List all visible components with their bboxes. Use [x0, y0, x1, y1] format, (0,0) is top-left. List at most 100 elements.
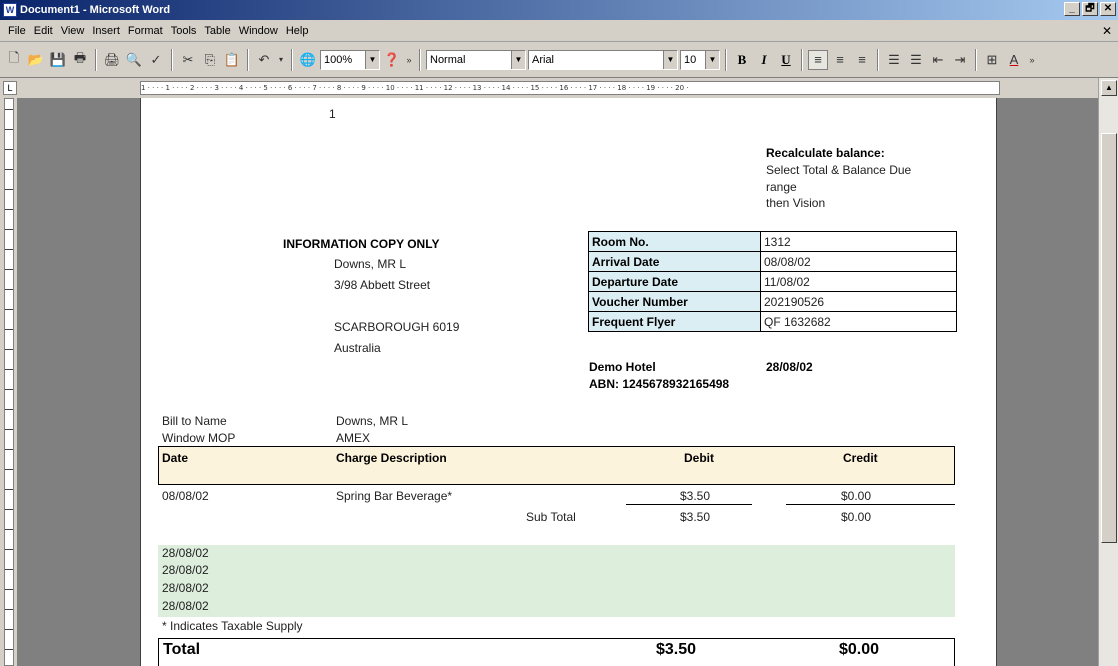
paste-icon[interactable]: 📋 — [222, 50, 242, 70]
highlighted-dates-block — [158, 545, 955, 617]
decrease-indent-icon[interactable]: ⇤ — [928, 50, 948, 70]
table-label: Room No. — [588, 231, 761, 252]
toolbar-options-icon[interactable]: » — [1026, 50, 1038, 70]
credit-underline — [786, 504, 955, 505]
chevron-down-icon[interactable]: ▼ — [663, 50, 677, 69]
charge-credit: $0.00 — [841, 489, 872, 503]
more-buttons-icon[interactable]: » — [404, 50, 414, 70]
style-combo[interactable]: Normal ▼ — [426, 49, 526, 70]
numbering-icon[interactable]: ☰ — [884, 50, 904, 70]
font-combo[interactable]: Arial ▼ — [528, 49, 678, 70]
charge-debit: $3.50 — [680, 489, 711, 503]
scroll-thumb[interactable] — [1101, 133, 1117, 543]
menu-tools[interactable]: Tools — [167, 25, 201, 37]
table-value: 202190526 — [760, 291, 957, 312]
print-icon[interactable]: 🖨 — [102, 50, 122, 70]
undo-icon[interactable]: ↶ — [254, 50, 274, 70]
menu-help[interactable]: Help — [282, 25, 313, 37]
font-value: Arial — [532, 53, 555, 66]
spelling-icon[interactable]: ✓ — [146, 50, 166, 70]
font-color-icon[interactable]: A — [1004, 50, 1024, 70]
highlighted-date: 28/08/02 — [162, 581, 209, 595]
header-debit: Debit — [684, 451, 714, 465]
font-size-combo[interactable]: 10 ▼ — [680, 49, 720, 70]
menu-insert[interactable]: Insert — [88, 25, 124, 37]
chevron-down-icon[interactable]: ▼ — [365, 50, 379, 69]
toolbar-separator — [247, 48, 249, 71]
subtotal-debit: $3.50 — [680, 510, 711, 524]
mop-label: Window MOP — [162, 431, 236, 445]
copy-heading: INFORMATION COPY ONLY — [283, 237, 440, 251]
bullets-icon[interactable]: ☰ — [906, 50, 926, 70]
note-title: Recalculate balance: — [766, 146, 885, 160]
total-debit: $3.50 — [656, 641, 697, 658]
menu-window[interactable]: Window — [235, 25, 282, 37]
open-folder-icon[interactable]: 📂 — [26, 50, 46, 70]
save-icon[interactable]: 💾 — [48, 50, 68, 70]
table-label: Arrival Date — [588, 251, 761, 272]
chevron-down-icon[interactable]: ▼ — [705, 50, 719, 69]
align-right-icon[interactable]: ≡ — [852, 50, 872, 70]
zoom-combo[interactable]: 100% ▼ — [320, 49, 380, 70]
note-line2: range — [766, 180, 797, 194]
toolbar-separator — [877, 48, 879, 71]
menu-table[interactable]: Table — [200, 25, 234, 37]
bill-to-value: Downs, MR L — [336, 414, 409, 428]
hotel-name: Demo Hotel — [589, 360, 656, 374]
underline-button[interactable]: U — [776, 50, 796, 70]
menu-view[interactable]: View — [57, 25, 89, 37]
table-row: Arrival Date 08/08/02 — [588, 251, 957, 272]
header-date: Date — [162, 451, 189, 465]
help-icon[interactable]: ❓ — [382, 50, 402, 70]
borders-icon[interactable]: ⊞ — [982, 50, 1002, 70]
toolbar-separator — [291, 48, 293, 71]
guest-street: 3/98 Abbett Street — [334, 278, 431, 292]
minimize-button[interactable]: _ — [1064, 2, 1080, 16]
align-left-icon[interactable]: ≡ — [808, 49, 828, 70]
italic-button[interactable]: I — [754, 50, 774, 70]
horizontal-ruler[interactable]: L 1 · · · · 1 · · · · 2 · · · · 3 · · · … — [0, 78, 1118, 98]
menu-format[interactable]: Format — [124, 25, 167, 37]
cut-icon[interactable]: ✂ — [178, 50, 198, 70]
total-row — [158, 638, 955, 666]
highlighted-date: 28/08/02 — [162, 563, 209, 577]
tab-selector-icon[interactable]: L — [3, 81, 17, 95]
word-app-icon[interactable]: W — [3, 3, 17, 17]
vertical-scrollbar[interactable]: ▲ — [1098, 78, 1118, 666]
ruler-scale: 1 · · · · 1 · · · · 2 · · · · 3 · · · · … — [140, 81, 1000, 95]
new-document-icon[interactable]: 🗋 — [4, 50, 24, 70]
room-details-table: Room No. 1312 Arrival Date 08/08/02 Depart… — [588, 231, 957, 332]
charge-date: 08/08/02 — [162, 489, 209, 503]
total-credit: $0.00 — [839, 641, 880, 658]
style-value: Normal — [430, 53, 466, 66]
research-icon[interactable]: 🌐 — [298, 50, 318, 70]
toolbar-separator — [171, 48, 173, 71]
font-size-value: 10 — [684, 53, 697, 66]
increase-indent-icon[interactable]: ⇥ — [950, 50, 970, 70]
bold-button[interactable]: B — [732, 50, 752, 70]
subtotal-credit: $0.00 — [841, 510, 872, 524]
align-center-icon[interactable]: ≡ — [830, 50, 850, 70]
undo-dropdown-icon[interactable]: ▾ — [276, 50, 286, 70]
toolbar-separator — [95, 48, 97, 71]
table-label: Frequent Flyer — [588, 311, 761, 332]
permission-icon[interactable]: 🖶 — [70, 50, 90, 70]
document-close-icon[interactable]: ✕ — [1102, 24, 1112, 38]
total-label: Total — [163, 641, 201, 658]
vertical-ruler[interactable] — [0, 98, 18, 666]
highlighted-date: 28/08/02 — [162, 546, 209, 560]
menu-file[interactable]: File — [4, 25, 30, 37]
menu-edit[interactable]: Edit — [30, 25, 57, 37]
table-label: Voucher Number — [588, 291, 761, 312]
print-preview-icon[interactable]: 🔍 — [124, 50, 144, 70]
scroll-up-icon[interactable]: ▲ — [1101, 80, 1117, 96]
guest-country: Australia — [334, 341, 381, 355]
restore-button[interactable]: 🗗 — [1082, 2, 1098, 16]
chevron-down-icon[interactable]: ▼ — [511, 50, 525, 69]
copy-icon[interactable]: ⎘ — [200, 50, 220, 70]
guest-name: Downs, MR L — [334, 257, 407, 271]
close-button[interactable]: ✕ — [1100, 2, 1116, 16]
document-page[interactable]: 1 Recalculate balance: Select Total & Ba… — [140, 98, 997, 666]
hotel-abn: ABN: 1245678932165498 — [589, 377, 730, 391]
taxable-footnote: * Indicates Taxable Supply — [162, 619, 303, 633]
